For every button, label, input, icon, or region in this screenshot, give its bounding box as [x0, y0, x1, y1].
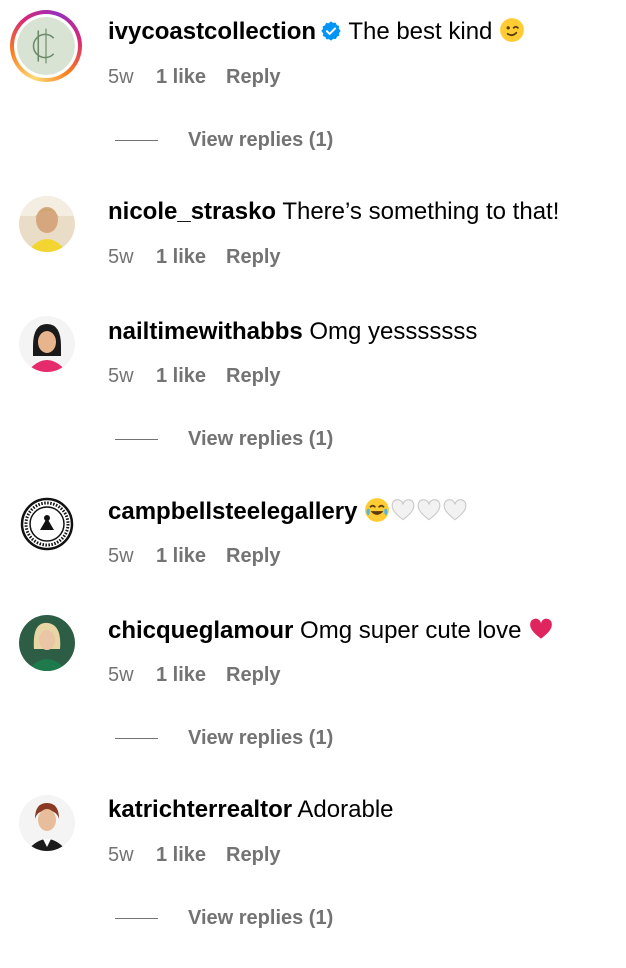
- reply-button[interactable]: Reply: [226, 844, 280, 866]
- comment-timestamp: 5w: [108, 246, 134, 268]
- comment-timestamp: 5w: [108, 66, 134, 88]
- winking-face-emoji-icon: [499, 17, 525, 43]
- reply-button[interactable]: Reply: [226, 664, 280, 686]
- comment-username[interactable]: chicqueglamour: [108, 617, 293, 644]
- like-count-button[interactable]: 1 like: [156, 662, 206, 688]
- comment-timestamp: 5w: [108, 664, 134, 686]
- replies-divider: [115, 439, 158, 440]
- white-heart-emoji-icon: [390, 497, 416, 523]
- comment-username[interactable]: nicole_strasko: [108, 198, 276, 225]
- user-avatar[interactable]: [19, 196, 75, 252]
- comment-username[interactable]: campbellsteelegallery: [108, 498, 357, 525]
- profile-photo-icon: [19, 196, 75, 252]
- reply-button[interactable]: Reply: [226, 246, 280, 268]
- profile-photo-icon: [19, 615, 75, 671]
- like-count-button[interactable]: 1 like: [156, 842, 206, 868]
- reply-button[interactable]: Reply: [226, 545, 280, 567]
- comment-timestamp: 5w: [108, 844, 134, 866]
- user-avatar[interactable]: [19, 615, 75, 671]
- white-heart-emoji-icon: [416, 497, 442, 523]
- like-count-button[interactable]: 1 like: [156, 64, 206, 90]
- view-replies-button[interactable]: View replies (1): [0, 127, 626, 153]
- verified-badge-icon: [320, 19, 342, 41]
- user-avatar[interactable]: [19, 795, 75, 851]
- profile-photo-icon: [19, 795, 75, 851]
- comment-text: Omg yesssssss: [309, 318, 478, 345]
- story-ring-avatar[interactable]: [10, 10, 82, 82]
- profile-photo-icon: [19, 316, 75, 372]
- comment-username[interactable]: nailtimewithabbs: [108, 318, 303, 345]
- white-heart-emoji-icon: [442, 497, 468, 523]
- view-replies-button[interactable]: View replies (1): [0, 426, 626, 452]
- user-avatar[interactable]: [19, 316, 75, 372]
- face-with-tears-of-joy-emoji-icon: [364, 497, 390, 523]
- comment-username[interactable]: ivycoastcollection: [108, 18, 316, 45]
- reply-button[interactable]: Reply: [226, 365, 280, 387]
- user-avatar[interactable]: [19, 496, 75, 552]
- comment-text: Adorable: [297, 796, 394, 823]
- ivycoast-logo-icon: [17, 17, 75, 75]
- view-replies-button[interactable]: View replies (1): [0, 725, 626, 751]
- comment-username[interactable]: katrichterrealtor: [108, 796, 292, 823]
- comment-timestamp: 5w: [108, 365, 134, 387]
- like-count-button[interactable]: 1 like: [156, 543, 206, 569]
- like-count-button[interactable]: 1 like: [156, 363, 206, 389]
- replies-divider: [115, 140, 158, 141]
- comment-timestamp: 5w: [108, 545, 134, 567]
- comment-text: There’s something to that!: [282, 198, 560, 225]
- like-count-button[interactable]: 1 like: [156, 244, 206, 270]
- view-replies-label: View replies (1): [188, 428, 334, 450]
- view-replies-label: View replies (1): [188, 129, 334, 151]
- comment-text: Omg super cute love: [300, 617, 522, 644]
- gallery-seal-logo-icon: [19, 496, 75, 552]
- view-replies-label: View replies (1): [188, 907, 334, 929]
- view-replies-label: View replies (1): [188, 727, 334, 749]
- replies-divider: [115, 738, 158, 739]
- red-heart-emoji-icon: [528, 616, 554, 642]
- view-replies-button[interactable]: View replies (1): [0, 905, 626, 931]
- replies-divider: [115, 918, 158, 919]
- comment-text: The best kind: [348, 18, 493, 45]
- reply-button[interactable]: Reply: [226, 66, 280, 88]
